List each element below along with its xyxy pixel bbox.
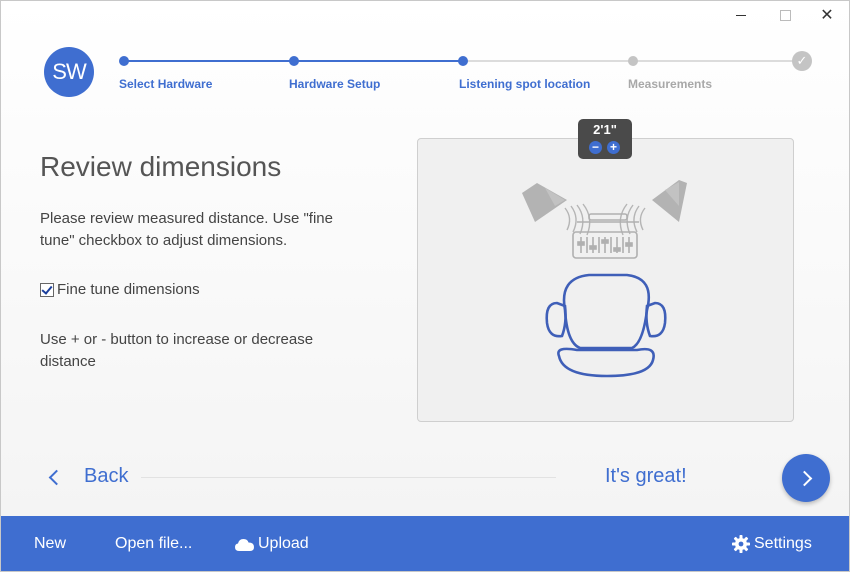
confirm-button[interactable]: It's great! xyxy=(605,465,687,488)
decrease-distance-button[interactable]: − xyxy=(589,141,602,154)
app-window: ✕ SW ✓ Select Hardware Hardware Setup Li… xyxy=(0,0,850,572)
instructions-text: Please review measured distance. Use "fi… xyxy=(40,210,333,249)
listener-chair-icon xyxy=(545,273,667,378)
gear-icon xyxy=(732,535,750,553)
checkbox-checked-icon[interactable] xyxy=(40,282,54,297)
close-button[interactable]: ✕ xyxy=(805,1,849,29)
left-speaker-icon xyxy=(522,183,567,222)
check-icon: ✓ xyxy=(792,51,812,71)
fine-tune-label[interactable]: Fine tune dimensions xyxy=(57,281,200,298)
chevron-left-icon xyxy=(48,469,65,485)
minimize-icon xyxy=(736,14,746,16)
distance-value: 2'1" xyxy=(593,122,617,137)
step-dot-listening-spot xyxy=(458,56,468,66)
progress-stepper: ✓ Select Hardware Hardware Setup Listeni… xyxy=(119,51,819,93)
new-button[interactable]: New xyxy=(34,535,66,553)
chevron-right-icon xyxy=(796,470,813,487)
step-label-hardware-setup[interactable]: Hardware Setup xyxy=(289,77,380,91)
open-file-button[interactable]: Open file... xyxy=(115,535,192,553)
back-button[interactable]: Back xyxy=(48,465,129,488)
step-label-select-hardware[interactable]: Select Hardware xyxy=(119,77,212,91)
room-scene xyxy=(522,180,687,378)
open-file-label: Open file... xyxy=(115,535,193,552)
maximize-button[interactable] xyxy=(763,1,807,29)
settings-button[interactable]: Settings xyxy=(732,535,812,553)
next-button[interactable] xyxy=(782,454,830,502)
minimize-button[interactable] xyxy=(719,1,763,29)
step-dot-select-hardware xyxy=(119,56,129,66)
right-speaker-icon xyxy=(652,180,687,222)
app-logo: SW xyxy=(44,47,94,97)
close-icon: ✕ xyxy=(820,7,834,24)
adjust-hint-text: Use + or - button to increase or decreas… xyxy=(40,331,314,370)
distance-badge: 2'1" − + xyxy=(578,119,632,159)
step-label-listening-spot[interactable]: Listening spot location xyxy=(459,77,590,91)
new-label: New xyxy=(34,535,67,552)
upload-button[interactable]: Upload xyxy=(235,535,309,553)
fine-tune-checkbox[interactable]: Fine tune dimensions xyxy=(40,281,200,298)
maximize-icon xyxy=(779,9,791,21)
upload-label: Upload xyxy=(258,535,309,552)
step-label-measurements: Measurements xyxy=(628,77,713,91)
page-title: Review dimensions xyxy=(40,151,282,182)
nav-divider xyxy=(141,477,556,478)
back-label: Back xyxy=(84,465,129,487)
step-dot-measurements xyxy=(628,56,638,66)
increase-distance-button[interactable]: + xyxy=(607,141,620,154)
footer-toolbar: New Open file... Upload Settings xyxy=(1,516,849,571)
cloud-icon xyxy=(235,538,254,551)
step-dot-hardware-setup xyxy=(289,56,299,66)
settings-label: Settings xyxy=(754,535,812,552)
